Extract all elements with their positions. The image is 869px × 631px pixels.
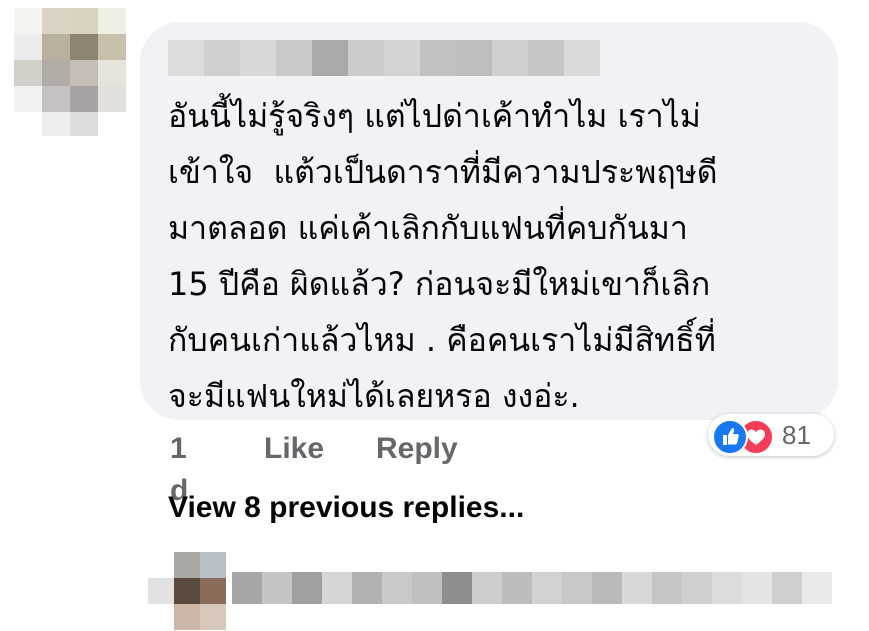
view-previous-replies-link[interactable]: View 8 previous replies...: [168, 486, 524, 530]
comment-line: จะมีแฟนใหม่ได้เลยหรอ งงอ่ะ.: [168, 377, 580, 415]
author-name[interactable]: [168, 40, 600, 76]
comment-line: กับคนเก่าแล้วไหม . คือคนเราไม่มีสิทธิ์ที…: [168, 321, 716, 359]
like-button[interactable]: Like: [264, 428, 324, 470]
reaction-count: 81: [782, 420, 811, 450]
comment-line: อันนี้ไม่รู้จริงๆ แต่ไปด่าเค้าทำไม เราไม…: [168, 97, 701, 135]
reply-preview[interactable]: [232, 572, 832, 604]
comment-line: 15 ปีคือ ผิดแล้ว? ก่อนจะมีใหม่เขาก็เลิก: [168, 265, 711, 303]
comment-line: มาตลอด แค่เค้าเลิกกับแฟนที่คบกันมา: [168, 209, 688, 247]
reply-button[interactable]: Reply: [376, 428, 458, 470]
comment-line: เข้าใจ แต้วเป็นดาราที่มีความประพฤษดี: [168, 153, 718, 191]
commenter-avatar[interactable]: [14, 8, 126, 136]
reply-avatar[interactable]: [148, 552, 228, 631]
comment-text: อันนี้ไม่รู้จริงๆ แต่ไปด่าเค้าทำไม เราไม…: [168, 88, 818, 424]
reaction-summary[interactable]: 81: [708, 414, 834, 456]
like-icon: [712, 419, 748, 455]
